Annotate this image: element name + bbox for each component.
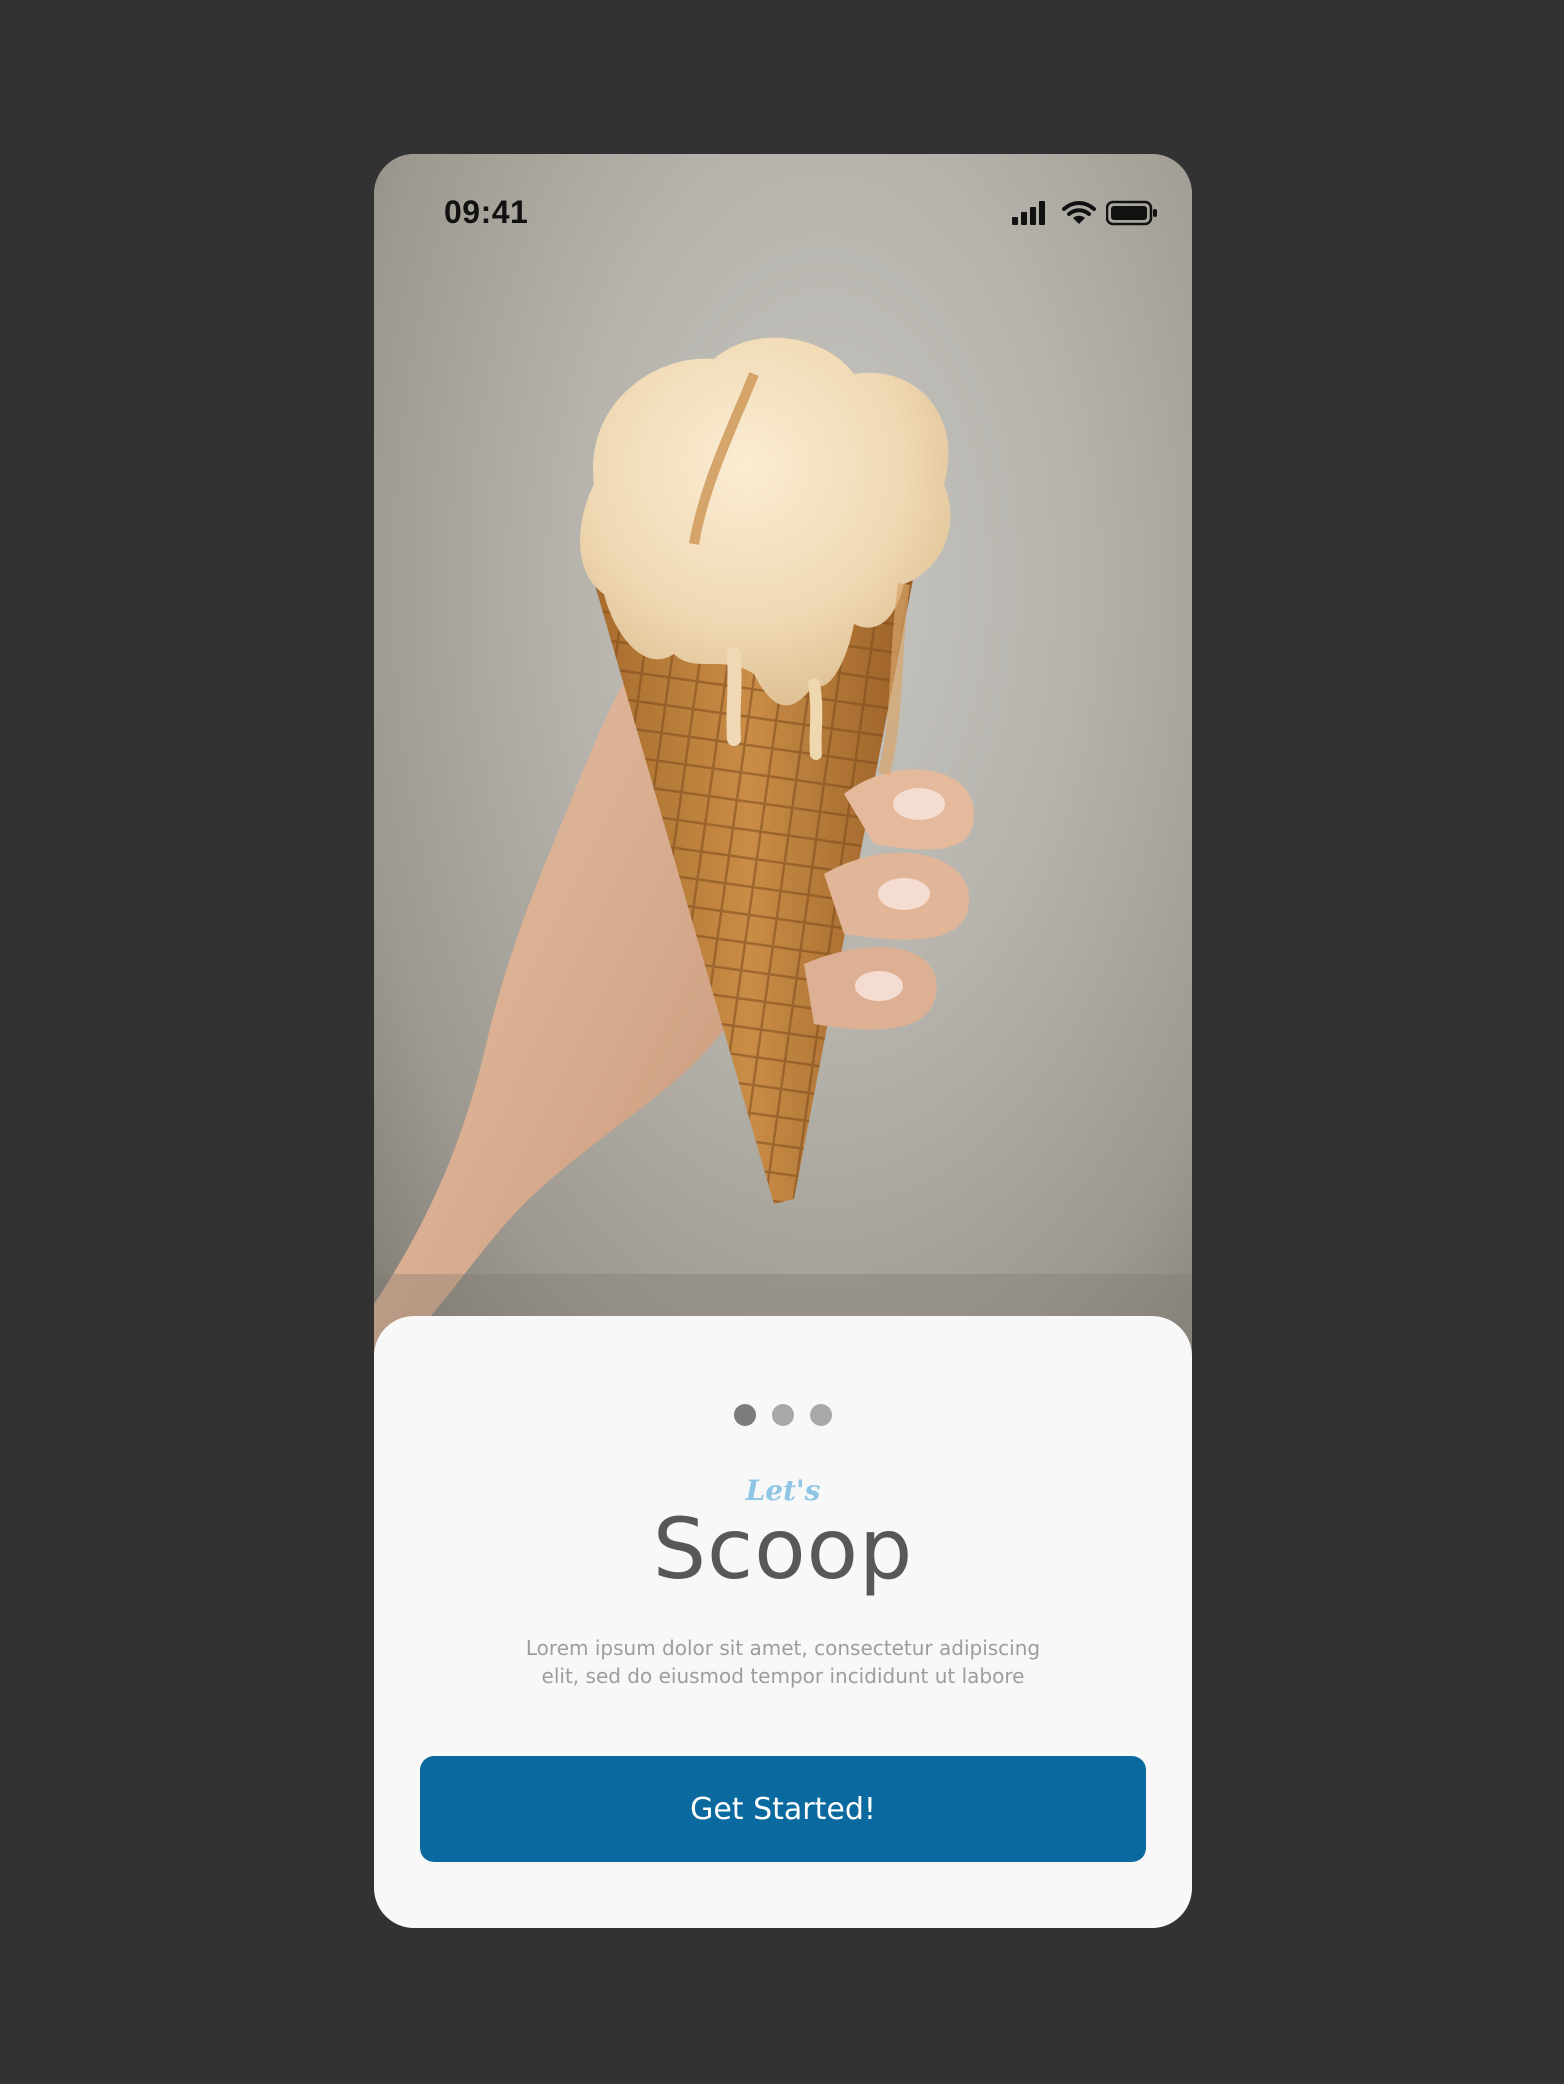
description-text: Lorem ipsum dolor sit amet, consectetur …: [514, 1634, 1052, 1690]
signal-icon: [1012, 201, 1045, 225]
pager-dots: [374, 1404, 1192, 1426]
ice-cream-cone-illustration: [374, 337, 1192, 1374]
page-title: Scoop: [652, 1500, 914, 1598]
description-line: Lorem ipsum dolor sit amet, consectetur …: [525, 1636, 1041, 1660]
pager-dot[interactable]: [772, 1404, 794, 1426]
hero-image: [374, 154, 1192, 1374]
canvas-background: 09:41 Let's Scoop Lorem ipsum dolor sit …: [0, 0, 1564, 2084]
status-bar: 09:41: [374, 154, 1192, 274]
status-icons: [1012, 200, 1158, 226]
pager-dot[interactable]: [810, 1404, 832, 1426]
phone-screen: 09:41 Let's Scoop Lorem ipsum dolor sit …: [374, 154, 1192, 1928]
pager-dot-active[interactable]: [734, 1404, 756, 1426]
wifi-icon: [1062, 201, 1096, 224]
description-line: elit, sed do eiusmod tempor incididunt u…: [541, 1664, 1025, 1688]
get-started-button[interactable]: Get Started!: [420, 1756, 1146, 1862]
battery-icon: [1106, 200, 1157, 226]
onboarding-sheet: Let's Scoop Lorem ipsum dolor sit amet, …: [374, 1316, 1192, 1928]
status-time: 09:41: [444, 194, 529, 230]
